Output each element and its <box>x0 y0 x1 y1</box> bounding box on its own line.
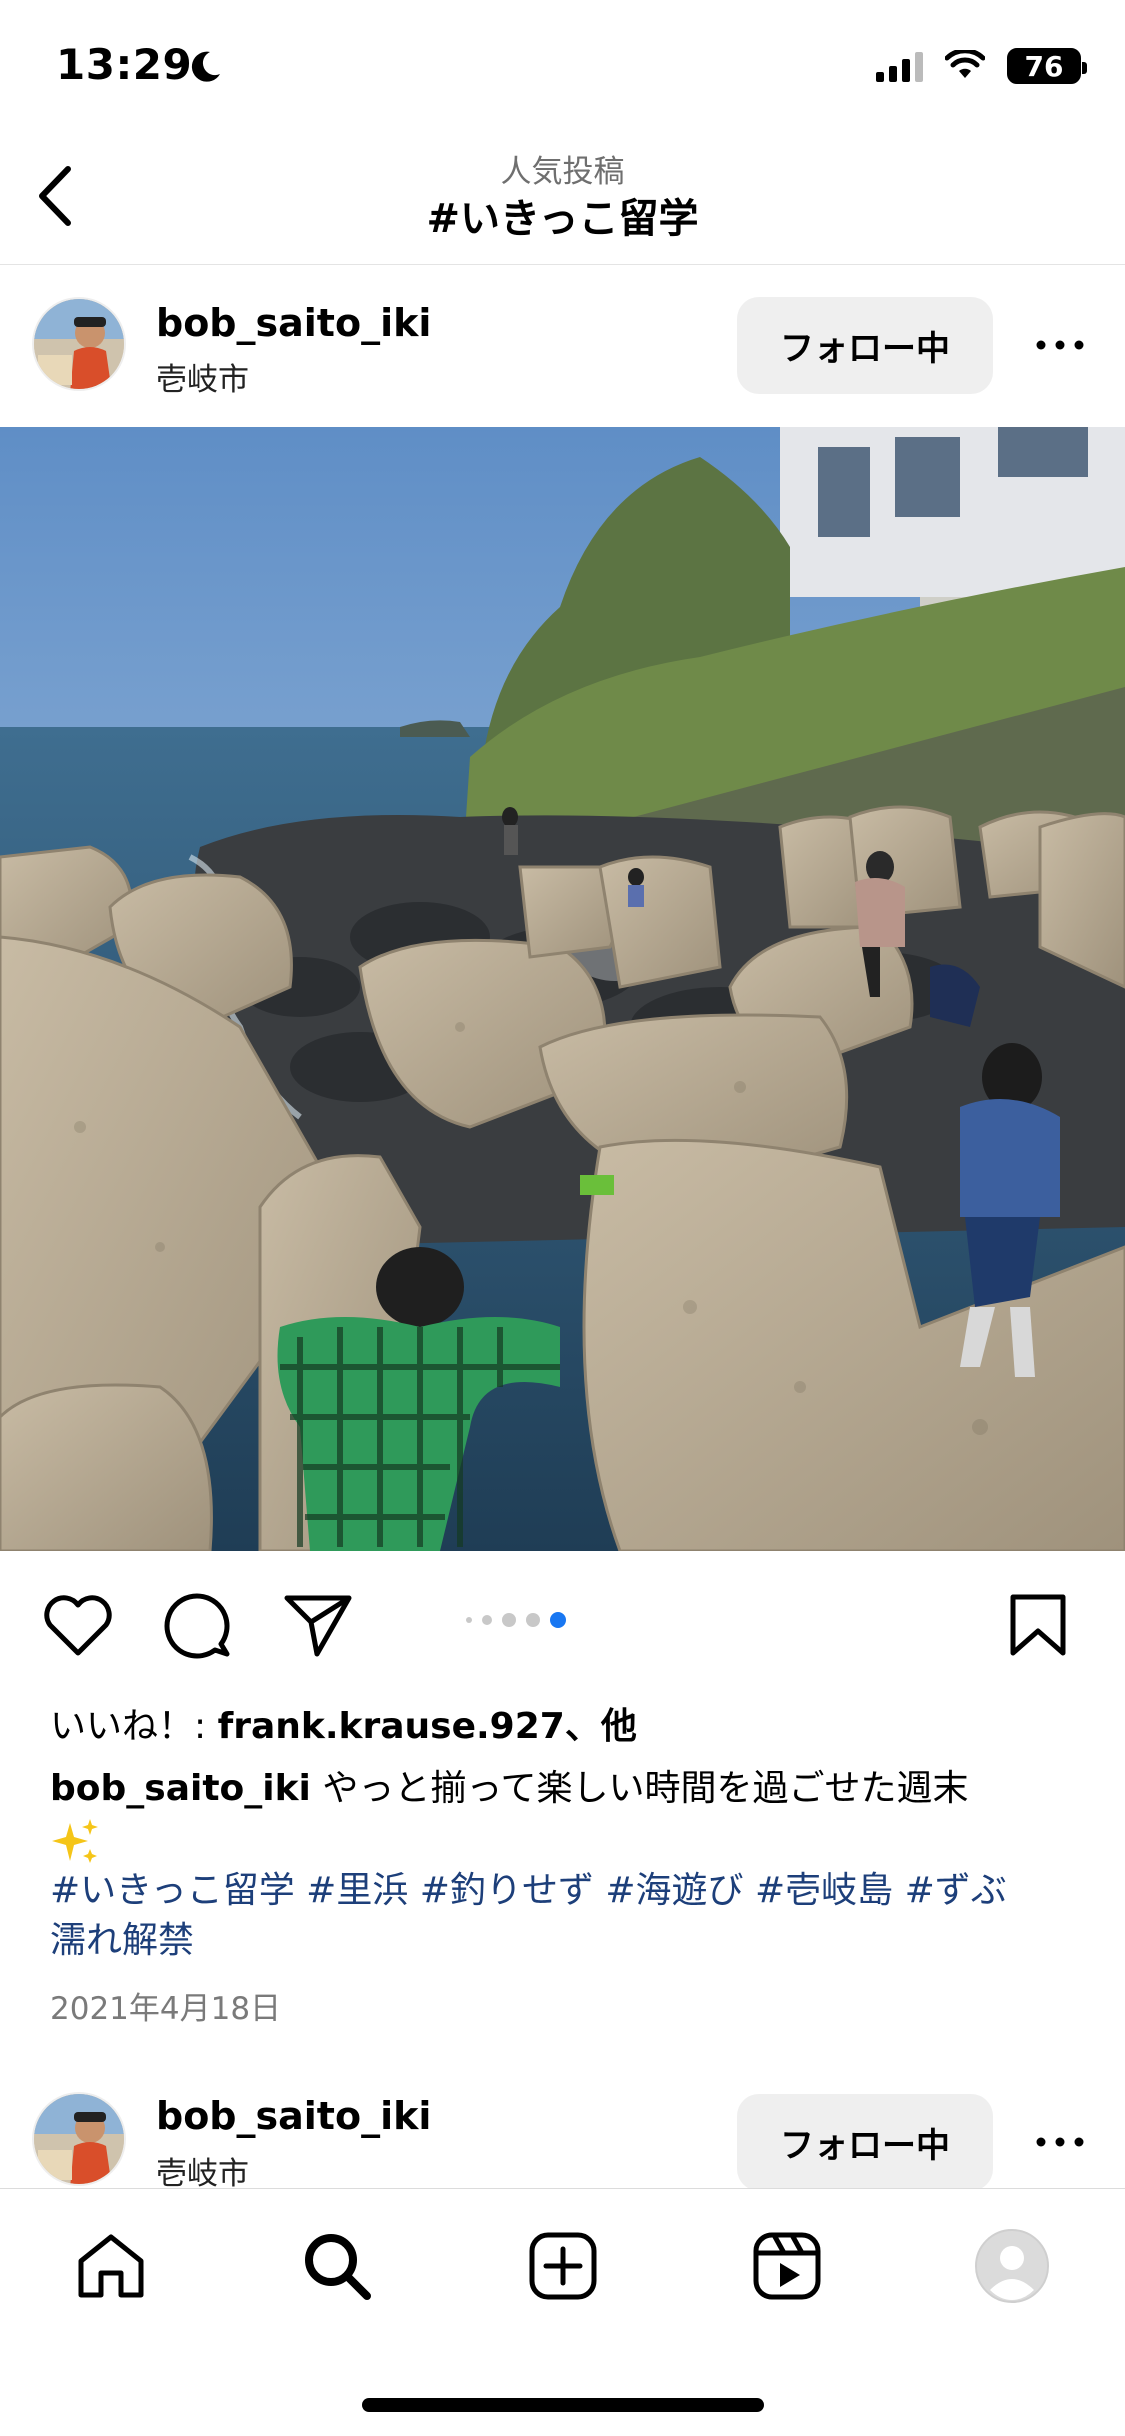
heart-icon <box>44 1595 112 1656</box>
caption: bob_saito_iki やっと揃って楽しい時間を過ごせた週末 <box>50 1763 1080 1867</box>
carousel-indicator <box>466 1612 566 1628</box>
tab-reels[interactable] <box>742 2221 832 2311</box>
tab-profile[interactable] <box>967 2221 1057 2311</box>
likes-prefix: いいね！: <box>50 1706 218 1747</box>
status-bar: 13:29 76 <box>0 0 1125 140</box>
send-icon <box>284 1595 352 1657</box>
more-icon <box>1036 2137 1084 2147</box>
cellular-signal-icon <box>876 50 923 82</box>
caption-username[interactable]: bob_saito_iki <box>50 1768 311 1809</box>
carousel-dot <box>502 1613 516 1627</box>
likes-suffix: 、他 <box>564 1706 637 1747</box>
comment-icon <box>164 1593 230 1659</box>
screen: 13:29 76 人気投稿 #いきっこ留学 bob_saito_iki 壱岐市 … <box>0 0 1125 2436</box>
post-location[interactable]: 壱岐市 <box>156 2148 249 2193</box>
search-icon <box>305 2234 371 2300</box>
more-options-button[interactable] <box>1018 2100 1102 2184</box>
post-date: 2021年4月18日 <box>50 1991 282 2027</box>
hashtags-line-1[interactable]: #いきっこ留学 #里浜 #釣りせず #海遊び #壱岐島 #ずぶ <box>50 1866 1090 1916</box>
tab-create[interactable] <box>518 2221 608 2311</box>
avatar-image <box>34 299 124 389</box>
carousel-dot <box>466 1617 472 1623</box>
reels-icon <box>753 2232 821 2300</box>
save-button[interactable] <box>1000 1587 1076 1663</box>
avatar[interactable] <box>32 2092 126 2186</box>
tab-search[interactable] <box>292 2221 382 2311</box>
sparkles-icon <box>52 1819 98 1863</box>
moon-icon <box>191 51 220 82</box>
profile-icon <box>975 2229 1049 2303</box>
battery-level: 76 <box>1024 49 1064 83</box>
post-photo[interactable] <box>0 427 1125 1551</box>
likes-user[interactable]: frank.krause.927 <box>218 1706 565 1747</box>
page-title: #いきっこ留学 <box>426 196 699 242</box>
battery-icon: 76 <box>1007 48 1087 84</box>
carousel-dot <box>482 1615 492 1625</box>
home-indicator <box>362 2398 764 2412</box>
wifi-icon <box>945 50 985 78</box>
post-location[interactable]: 壱岐市 <box>156 354 249 399</box>
hashtags-line-2[interactable]: 濡れ解禁 <box>50 1916 1090 1966</box>
following-button[interactable]: フォロー中 <box>737 2094 993 2191</box>
caption-text: やっと揃って楽しい時間を過ごせた週末 <box>310 1768 969 1809</box>
likes-line[interactable]: いいね！: frank.krause.927、他 <box>50 1697 637 1749</box>
avatar-image <box>34 2094 124 2184</box>
status-time: 13:29 <box>56 40 193 89</box>
nav-header: 人気投稿 #いきっこ留学 <box>0 140 1125 265</box>
carousel-dot <box>526 1613 540 1627</box>
more-icon <box>1036 340 1084 350</box>
create-icon <box>529 2232 597 2300</box>
post-username[interactable]: bob_saito_iki <box>156 301 431 345</box>
post-image <box>0 427 1125 1551</box>
nav-subtitle: 人気投稿 <box>500 154 625 190</box>
home-icon <box>78 2234 144 2298</box>
post-header: bob_saito_iki 壱岐市 フォロー中 <box>0 266 1125 424</box>
carousel-dot-active <box>550 1612 566 1628</box>
avatar[interactable] <box>32 297 126 391</box>
comment-button[interactable] <box>160 1587 236 1663</box>
hashtags[interactable]: #いきっこ留学 #里浜 #釣りせず #海遊び #壱岐島 #ずぶ 濡れ解禁 <box>50 1866 1090 1966</box>
post-username[interactable]: bob_saito_iki <box>156 2094 431 2138</box>
status-indicators: 76 <box>876 48 1087 84</box>
following-button[interactable]: フォロー中 <box>737 297 993 394</box>
like-button[interactable] <box>40 1587 116 1663</box>
more-options-button[interactable] <box>1018 303 1102 387</box>
tab-home[interactable] <box>66 2221 156 2311</box>
share-button[interactable] <box>280 1587 356 1663</box>
bookmark-icon <box>1010 1594 1066 1656</box>
